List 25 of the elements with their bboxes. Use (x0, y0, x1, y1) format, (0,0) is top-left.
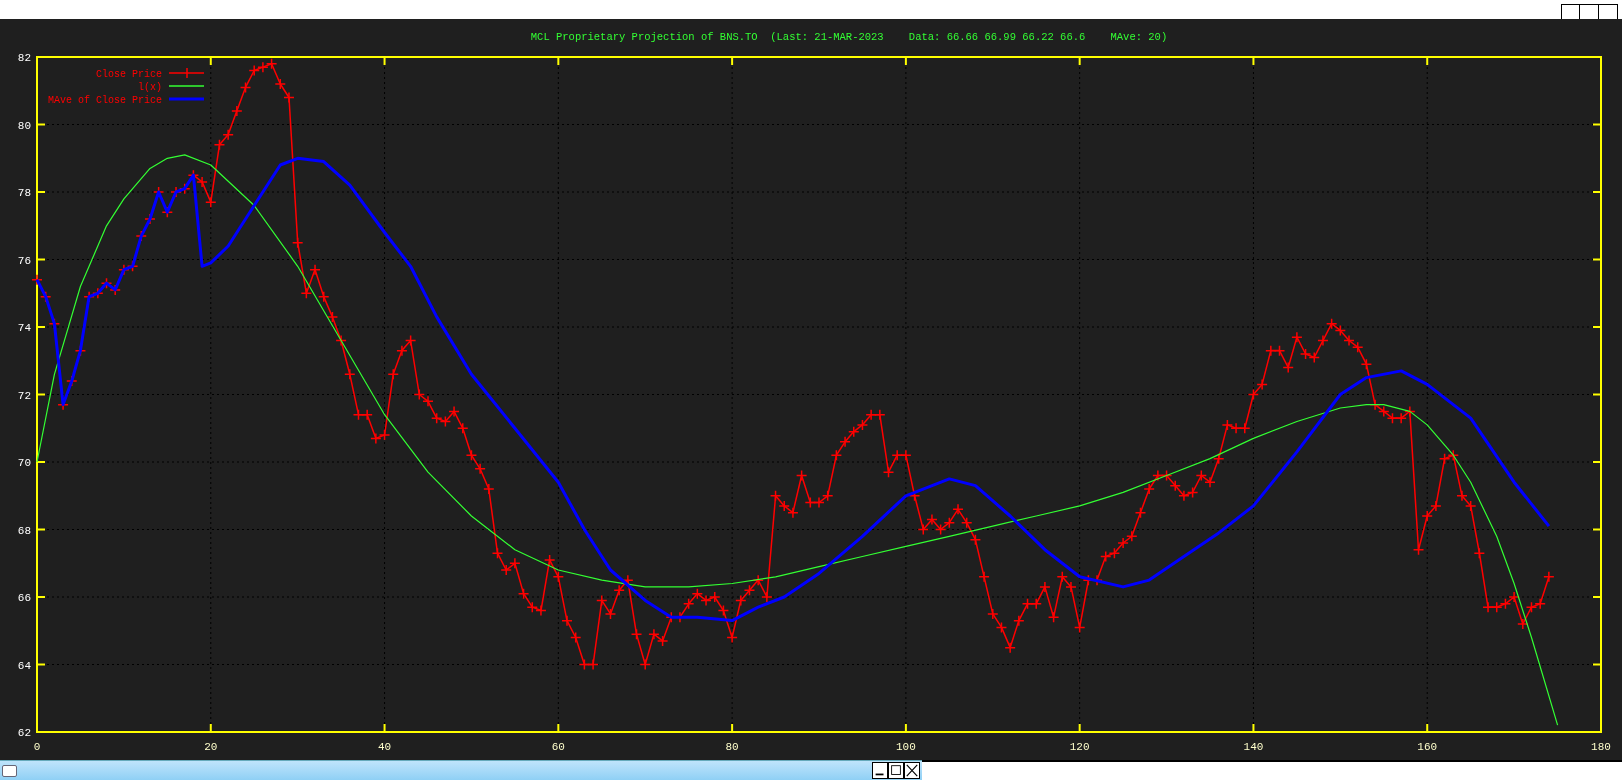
y-axis-tick-label: 64 (17, 659, 31, 672)
y-axis-tick-label: 68 (17, 524, 31, 537)
chart-title: MCL Proprietary Projection of BNS.TO (Last: 21-MAR-2023 Data: 66.66 66.99 66.22 66.6 MAve: 20) (530, 31, 1168, 43)
legend-label: l(x) (138, 82, 162, 93)
y-axis-tick-label: 80 (17, 119, 31, 132)
x-axis-tick-label: 20 (204, 741, 218, 753)
y-axis-tick-label: 82 (17, 52, 31, 64)
x-axis-tick-label: 180 (1591, 741, 1611, 753)
y-axis-tick-label: 78 (17, 187, 31, 199)
x-axis-tick-label: 80 (725, 741, 739, 753)
y-axis-tick-label: 76 (17, 254, 31, 267)
y-axis-tick-label: 62 (17, 727, 31, 739)
y-axis-tick-label: 74 (17, 322, 31, 334)
x-axis-tick-label: 0 (33, 741, 41, 753)
y-axis-tick-label: 72 (17, 389, 31, 402)
y-axis-tick-label: 70 (17, 457, 31, 469)
x-axis-tick-label: 160 (1417, 741, 1438, 753)
x-axis-tick-label: 40 (377, 741, 392, 753)
x-axis-tick-label: 100 (896, 741, 916, 753)
x-axis-tick-label: 140 (1243, 741, 1264, 753)
legend-label: MAve of Close Price (47, 95, 162, 106)
x-axis-tick-label: 60 (551, 741, 565, 753)
legend-label: Close Price (96, 69, 162, 80)
x-axis-tick-label: 120 (1069, 741, 1090, 753)
y-axis-tick-label: 66 (17, 592, 31, 604)
